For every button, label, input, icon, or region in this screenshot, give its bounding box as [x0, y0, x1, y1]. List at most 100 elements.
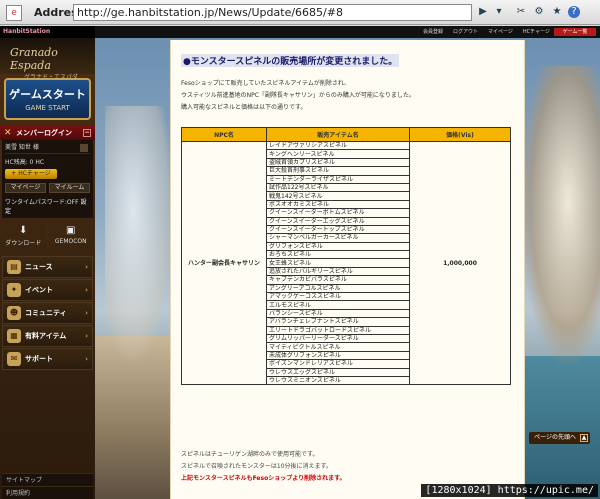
item-name-cell: クイーンスイーターボトムスピネル — [266, 208, 410, 218]
download-label: ダウンロード — [5, 240, 42, 247]
go-icon[interactable]: ▶ — [476, 4, 490, 20]
watermark: [1280x1024] https://upic.me/ — [421, 484, 598, 497]
item-name-cell: 戦鬼142号スピネル — [266, 191, 410, 201]
help-icon[interactable]: ? — [568, 6, 580, 18]
menu-item-support[interactable]: ✉ サポート › — [2, 348, 93, 370]
back-to-top-button[interactable]: ページの先頭へ ▲ — [529, 432, 590, 444]
menu-label: コミュニティ — [25, 309, 67, 317]
item-name-cell: シャーマンベルガーカースピネル — [266, 233, 410, 243]
myroom-button[interactable]: マイルーム — [49, 183, 90, 193]
item-name-cell: グリムリッパーリーダースピネル — [266, 333, 410, 344]
item-name-cell: バランシースピネル — [266, 308, 410, 319]
menu-item-news[interactable]: ▤ ニュース › — [2, 256, 93, 278]
gemocon-button[interactable]: ▣ GEMOCON — [48, 222, 95, 252]
event-icon: ✦ — [7, 283, 21, 297]
game-logo-text: Granado Espada — [10, 46, 58, 72]
chevron-right-icon: › — [85, 355, 88, 363]
article-paragraph: 購入可能なスピネルと価格は以下の通りです。 — [181, 104, 307, 111]
game-start-sublabel: GAME START — [25, 104, 70, 112]
item-name-cell: ミートテンダーライザスピネル — [266, 174, 410, 184]
menu-item-event[interactable]: ✦ イベント › — [2, 279, 93, 301]
otp-status: ワンタイムパスワード:OFF 設定 — [5, 197, 90, 215]
menu-label: ニュース — [25, 263, 53, 271]
article-paragraph: Fesoショップにて販売していたスピネルアイテムが削除され、 — [181, 80, 350, 87]
menu-label: サポート — [25, 355, 53, 363]
download-row: ⬇ ダウンロード ▣ GEMOCON — [0, 222, 95, 252]
menu-item-paid-items[interactable]: ▦ 有料アイテム › — [2, 325, 93, 347]
item-name-cell: ウレウスミニオンスピネル — [266, 375, 410, 386]
spinel-price-table: NPC名 販売アイテム名 価格(Vis) ハンター副会長キャサリン レイドアヴァリ… — [181, 127, 511, 386]
sitemap-link[interactable]: サイトマップ — [2, 473, 93, 486]
side-menu: ▤ ニュース › ✦ イベント › ☻ コミュニティ › ▦ 有料アイテム › … — [0, 256, 95, 370]
nav-mypage[interactable]: マイページ — [488, 27, 513, 37]
profile-icon[interactable] — [80, 144, 88, 152]
page-icon: e — [6, 5, 22, 21]
table-header-item: 販売アイテム名 — [266, 127, 410, 142]
sidebar: HanbitStation Granado Espada グラナド・エスパダ ゲ… — [0, 26, 95, 499]
item-name-cell: クイーンスイーターエッグスピネル — [266, 216, 410, 226]
top-nav: 会員登録 ログアウト マイページ HCチャージ ゲーム一覧 — [423, 27, 596, 37]
collapse-icon[interactable]: − — [83, 129, 91, 137]
chevron-right-icon: › — [85, 286, 88, 294]
item-name-cell: 女王蜂スピネル — [266, 258, 410, 268]
game-logo[interactable]: Granado Espada グラナド・エスパダ — [0, 38, 95, 81]
support-icon: ✉ — [7, 352, 21, 366]
article-title: ●モンスタースピネルの販売場所が変更されました。 — [181, 54, 400, 67]
chevron-right-icon: › — [85, 309, 88, 317]
otp-label: ワンタイムパスワード:OFF — [5, 199, 79, 206]
game-start-button[interactable]: ゲームスタート GAME START — [4, 78, 91, 120]
article-paragraph: ウスティツル前進基地のNPC「副隊長キャサリン」からのみ購入が可能になりました。 — [181, 92, 415, 99]
item-name-cell: キングヘンリースピネル — [266, 149, 410, 159]
login-box: 美雪 知世 様 HC残高: 0 HC + HCチャージ マイページ マイルーム … — [2, 140, 93, 218]
nav-game-list[interactable]: ゲーム一覧 — [554, 28, 596, 36]
crossed-swords-icon: ✕ — [4, 128, 12, 138]
shop-icon: ▦ — [7, 329, 21, 343]
user-name: 美雪 知世 様 — [5, 142, 90, 154]
item-name-cell: ウレウスエッグスピネル — [266, 367, 410, 377]
note-line: スピネルで召喚されたモンスターは10分後に消えます。 — [181, 463, 332, 470]
gemocon-label: GEMOCON — [54, 238, 87, 245]
article-notes: スピネルはチューリゲン湖畔のみで使用可能です。 スピネルで召喚されたモンスターは… — [181, 449, 345, 485]
table-header-price: 価格(Vis) — [409, 127, 511, 142]
item-name-cell: アマックゲーコススピネル — [266, 292, 410, 302]
note-warning: 上記モンスタースピネルもFesoショップより削除されます。 — [181, 475, 346, 482]
item-name-cell: キャプテンカピバラスピネル — [266, 275, 410, 285]
mypage-button[interactable]: マイページ — [5, 183, 46, 193]
item-name-cell: アバランチェレブナントスピネル — [266, 317, 410, 327]
item-name-cell: 未成体グリフォンスピネル — [266, 350, 410, 361]
menu-item-community[interactable]: ☻ コミュニティ › — [2, 302, 93, 324]
sidebar-footer: サイトマップ 利用規約 — [2, 473, 93, 499]
user-name-text: 美雪 知世 様 — [5, 144, 39, 151]
main-area: 会員登録 ログアウト マイページ HCチャージ ゲーム一覧 ●モンスタースピネル… — [95, 26, 600, 499]
member-login-header: ✕ メンバーログイン − — [0, 126, 95, 140]
download-icon: ⬇ — [19, 225, 28, 236]
item-name-cell: アングリーアコルスピネル — [266, 283, 410, 294]
tools-icon[interactable]: ✂ — [514, 4, 528, 20]
item-name-cell: クイーンスイータートップスピネル — [266, 224, 410, 235]
hc-balance: HC残高: 0 HC — [5, 159, 45, 166]
favorites-icon[interactable]: ★ — [550, 4, 564, 20]
item-name-cell: 追放されたバルギリースピネル — [266, 266, 410, 277]
nav-register[interactable]: 会員登録 — [423, 27, 443, 37]
menu-label: イベント — [25, 286, 53, 294]
settings-icon[interactable]: ⚙ — [532, 4, 546, 20]
item-name-cell: 盗賊首領カプリスピネル — [266, 157, 410, 168]
nav-logout[interactable]: ログアウト — [453, 27, 478, 37]
price-cell: 1,000,000 — [409, 140, 511, 386]
hc-charge-button[interactable]: + HCチャージ — [5, 169, 57, 179]
menu-label: 有料アイテム — [25, 332, 67, 340]
download-button[interactable]: ⬇ ダウンロード — [0, 222, 48, 252]
table-header-npc: NPC名 — [181, 127, 267, 142]
item-name-cell: 巨大殺首刑事スピネル — [266, 166, 410, 176]
note-line: スピネルはチューリゲン湖畔のみで使用可能です。 — [181, 451, 319, 458]
item-name-cell: ボスオオカミスピネル — [266, 199, 410, 210]
item-name-cell: マイティピクトルスピネル — [266, 342, 410, 352]
community-icon: ☻ — [7, 306, 21, 320]
terms-link[interactable]: 利用規約 — [2, 486, 93, 499]
nav-hc-charge[interactable]: HCチャージ — [523, 27, 550, 37]
menu-arrow-icon[interactable]: ▾ — [492, 4, 506, 20]
url-input[interactable]: http://ge.hanbitstation.jp/News/Update/6… — [73, 4, 472, 21]
item-name-cell: レイドアヴァリシアスピネル — [266, 140, 410, 151]
item-name-cell: エルモスピネル — [266, 300, 410, 310]
site-logo[interactable]: HanbitStation — [0, 26, 95, 38]
